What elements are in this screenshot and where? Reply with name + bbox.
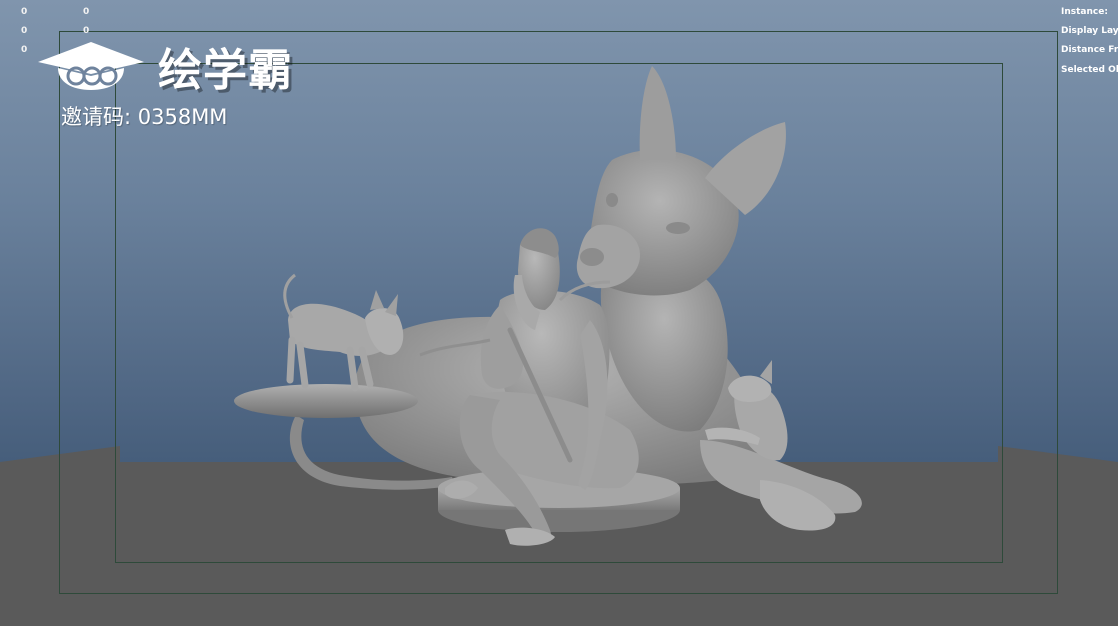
hud-instance-label: Instance: [1061,7,1108,17]
big-dog-ear-left [639,66,676,160]
big-dog-nose [580,248,604,266]
viewport[interactable]: 0 0 0 0 0 0 Instance: Display Laye Dista… [0,0,1118,626]
big-dog-eye [666,222,690,234]
hud-value-r1c2: 0 [83,7,90,17]
big-dog-eye-far [606,193,618,207]
puppy-left-ear-2 [385,294,398,316]
invite-code-text: 邀请码: 0358MM [61,105,228,129]
brand-logo-icon [38,42,144,90]
brand-name: 绘学霸 [158,45,293,96]
hud-value-r1c1: 0 [21,7,28,17]
hud-distance-label: Distance Fro [1061,45,1118,55]
puppy-left-ear [370,290,384,310]
disc-platform [234,384,418,418]
hud-value-r2c2: 0 [83,26,90,36]
hud-value-r3c1: 0 [21,45,28,55]
hud-selected-objects-label: Selected Ob [1061,65,1118,75]
hud-display-layer-label: Display Laye [1061,26,1118,36]
hud-value-r2c1: 0 [21,26,28,36]
